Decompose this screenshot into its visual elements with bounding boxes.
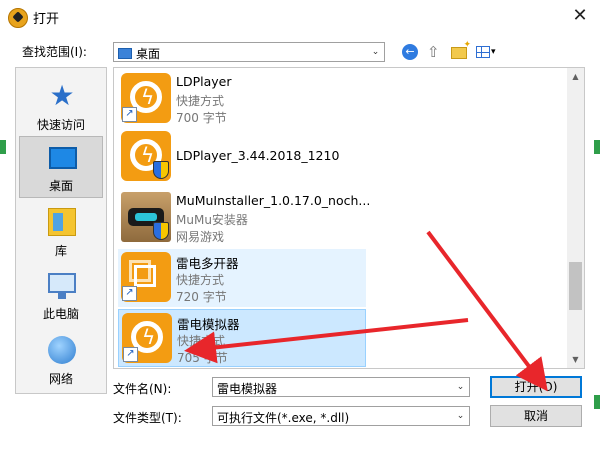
file-type: MuMu安装器 (176, 213, 248, 227)
open-file-dialog: 打开 ✕ 查找范围(I): 桌面 ⌄ ← ⇧ ▾ ★ 快速访问 桌面 库 此电 (0, 0, 600, 459)
chevron-down-icon: ⌄ (371, 47, 380, 57)
caret-down-icon: ▾ (491, 47, 496, 57)
background-edge (594, 140, 600, 154)
ldplayer-icon: ϟ ↗ (122, 313, 172, 363)
ldplayer-icon: ϟ ↗ (121, 73, 171, 123)
back-arrow-icon: ← (402, 44, 418, 60)
file-size: 700 字节 (176, 111, 227, 125)
app-icon (8, 8, 28, 28)
ldplayer-icon: ϟ (121, 131, 171, 181)
dialog-title: 打开 (33, 12, 60, 27)
shortcut-arrow-icon: ↗ (123, 347, 138, 362)
file-type: 快捷方式 (177, 334, 226, 348)
place-label: 此电脑 (42, 307, 79, 321)
file-item-ldplayer-emulator[interactable]: ϟ ↗ 雷电模拟器 快捷方式 705 字节 (118, 309, 366, 367)
place-network[interactable]: 网络 (19, 330, 103, 392)
file-publisher: 网易游戏 (176, 230, 225, 244)
scroll-down-icon[interactable]: ▼ (567, 351, 584, 368)
star-icon: ★ (49, 79, 75, 112)
file-type-value: 可执行文件(*.exe, *.dll) (217, 411, 350, 425)
library-icon (48, 208, 76, 236)
new-folder-button[interactable] (450, 40, 471, 62)
file-name: 雷电多开器 (176, 256, 239, 271)
file-name: MuMuInstaller_1.0.17.0_noch... (176, 193, 371, 208)
places-bar: ★ 快速访问 桌面 库 此电脑 网络 (15, 67, 107, 394)
file-size: 705 字节 (177, 351, 228, 365)
file-item-ldplayer[interactable]: ϟ ↗ LDPlayer 快捷方式 700 字节 (118, 70, 366, 128)
cancel-button[interactable]: 取消 (490, 405, 582, 427)
file-item-ldplayer-installer[interactable]: ϟ LDPlayer_3.44.2018_1210 (118, 128, 366, 186)
place-library[interactable]: 库 (19, 202, 103, 264)
network-icon (48, 336, 76, 364)
look-in-dropdown[interactable]: 桌面 ⌄ (113, 42, 385, 62)
back-button[interactable]: ← (400, 42, 420, 62)
desktop-icon (49, 147, 77, 169)
place-this-pc[interactable]: 此电脑 (19, 265, 103, 327)
shortcut-arrow-icon: ↗ (122, 286, 137, 301)
scroll-up-icon[interactable]: ▲ (567, 68, 584, 85)
up-arrow-icon: ⇧ (427, 43, 440, 61)
file-name-value: 雷电模拟器 (217, 382, 278, 396)
vertical-scrollbar[interactable]: ▲ ▼ (567, 68, 584, 368)
view-grid-icon (476, 46, 490, 58)
shortcut-arrow-icon: ↗ (122, 107, 137, 122)
file-list[interactable]: ϟ ↗ LDPlayer 快捷方式 700 字节 ϟ LDPlayer_3.44… (113, 67, 585, 369)
file-name: 雷电模拟器 (177, 317, 240, 332)
desktop-folder-icon (118, 48, 132, 59)
background-edge (594, 395, 600, 409)
mumu-icon (121, 192, 171, 242)
multi-open-icon: ↗ (121, 252, 171, 302)
file-item-mumu-installer[interactable]: MuMuInstaller_1.0.17.0_noch... MuMu安装器 网… (118, 189, 370, 247)
chevron-down-icon: ⌄ (456, 411, 465, 421)
file-item-multi-open[interactable]: ↗ 雷电多开器 快捷方式 720 字节 (118, 249, 366, 307)
file-name: LDPlayer_3.44.2018_1210 (176, 148, 340, 163)
file-type-dropdown[interactable]: 可执行文件(*.exe, *.dll) ⌄ (212, 406, 470, 426)
scroll-thumb[interactable] (569, 262, 582, 310)
place-label: 库 (54, 244, 67, 258)
file-name: LDPlayer (176, 74, 232, 89)
background-edge (0, 140, 6, 154)
file-size: 720 字节 (176, 290, 227, 304)
place-label: 网络 (48, 372, 73, 386)
file-type-label: 文件类型(T): (113, 411, 182, 425)
uac-shield-icon (153, 222, 169, 240)
chevron-down-icon[interactable]: ⌄ (452, 378, 469, 396)
place-label: 桌面 (48, 179, 73, 193)
close-button[interactable]: ✕ (568, 5, 592, 27)
up-folder-button[interactable]: ⇧ (424, 42, 444, 62)
title-bar: 打开 ✕ (0, 0, 600, 33)
place-label: 快速访问 (36, 118, 85, 132)
file-type: 快捷方式 (176, 273, 225, 287)
place-quick-access[interactable]: ★ 快速访问 (19, 76, 103, 138)
look-in-value: 桌面 (136, 47, 161, 61)
new-folder-icon (451, 40, 471, 59)
file-name-input[interactable]: 雷电模拟器 ⌄ (212, 377, 470, 397)
uac-shield-icon (153, 161, 169, 179)
open-button[interactable]: 打开(O) (490, 376, 582, 398)
place-desktop[interactable]: 桌面 (19, 136, 103, 198)
view-menu-button[interactable]: ▾ (475, 42, 503, 62)
look-in-label: 查找范围(I): (22, 45, 87, 59)
file-name-label: 文件名(N): (113, 382, 172, 396)
computer-icon (48, 273, 76, 299)
file-type: 快捷方式 (176, 94, 225, 108)
